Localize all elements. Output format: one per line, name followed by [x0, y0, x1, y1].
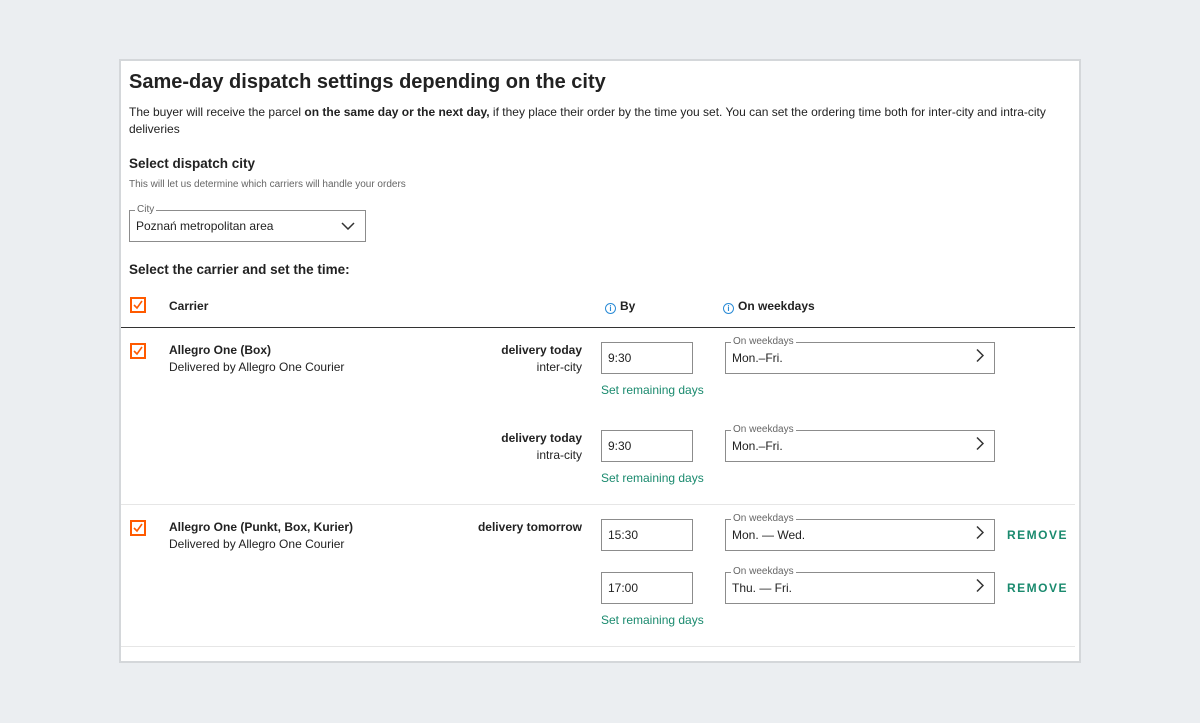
checkmark-icon	[133, 523, 143, 533]
dispatch-city-heading: Select dispatch city	[129, 156, 256, 171]
weekdays-picker[interactable]: On weekdays Mon.–Fri.	[725, 336, 995, 374]
carriers-heading: Select the carrier and set the time:	[129, 262, 350, 277]
checkmark-icon	[133, 300, 143, 310]
chevron-right-icon	[976, 525, 985, 545]
weekdays-picker[interactable]: On weekdays Thu. — Fri.	[725, 566, 995, 604]
description-bold-text: on the same day or the next day,	[304, 105, 490, 119]
chevron-right-icon	[976, 348, 985, 368]
row-divider	[121, 646, 1075, 647]
time-input-value: 9:30	[608, 351, 632, 365]
info-icon[interactable]: i	[723, 303, 734, 314]
remove-button[interactable]: REMOVE	[1007, 528, 1068, 542]
remove-button[interactable]: REMOVE	[1007, 581, 1068, 595]
time-input[interactable]: 15:30	[601, 519, 693, 551]
set-remaining-days-link[interactable]: Set remaining days	[601, 471, 704, 485]
chevron-right-icon	[976, 578, 985, 598]
carrier-name: Allegro One (Box)	[169, 343, 272, 357]
carrier-subtitle: Delivered by Allegro One Courier	[169, 360, 345, 374]
dispatch-city-hint: This will let us determine which carrier…	[129, 179, 406, 190]
carrier-name: Allegro One (Punkt, Box, Kurier)	[169, 520, 354, 534]
set-remaining-days-link[interactable]: Set remaining days	[601, 383, 704, 397]
weekdays-field-label: On weekdays	[731, 336, 796, 348]
page-description: The buyer will receive the parcel on the…	[129, 104, 1049, 137]
weekdays-picker[interactable]: On weekdays Mon.–Fri.	[725, 424, 995, 462]
carrier-subtitle: Delivered by Allegro One Courier	[169, 537, 345, 551]
weekdays-value: Mon. — Wed.	[732, 528, 806, 542]
column-header-weekdays: i On weekdays	[723, 299, 815, 314]
time-input-value: 17:00	[608, 581, 639, 595]
weekdays-value: Mon.–Fri.	[732, 351, 783, 365]
column-header-weekdays-label: On weekdays	[738, 299, 815, 313]
weekdays-value: Thu. — Fri.	[732, 581, 793, 595]
carrier-checkbox-allegro-one-box[interactable]	[130, 343, 146, 359]
weekdays-field-label: On weekdays	[731, 566, 796, 578]
column-header-by: i By	[605, 299, 635, 314]
checkmark-icon	[133, 346, 143, 356]
header-divider	[121, 327, 1075, 328]
delivery-label: delivery today	[501, 431, 582, 445]
carrier-checkbox-allegro-one-punkt-box-kurier[interactable]	[130, 520, 146, 536]
chevron-down-icon	[341, 217, 355, 235]
chevron-right-icon	[976, 436, 985, 456]
weekdays-field-label: On weekdays	[731, 424, 796, 436]
info-icon[interactable]: i	[605, 303, 616, 314]
delivery-type: inter-city	[536, 360, 582, 374]
column-header-carrier: Carrier	[169, 299, 209, 313]
row-divider	[121, 504, 1075, 505]
time-input-value: 15:30	[608, 528, 639, 542]
time-input[interactable]: 9:30	[601, 430, 693, 462]
city-field-label: City	[135, 204, 157, 216]
weekdays-picker[interactable]: On weekdays Mon. — Wed.	[725, 513, 995, 551]
select-all-checkbox[interactable]	[130, 297, 146, 313]
delivery-label: delivery today	[501, 343, 582, 357]
column-header-by-label: By	[620, 299, 636, 313]
city-select-value: Poznań metropolitan area	[136, 219, 274, 233]
delivery-label: delivery tomorrow	[477, 520, 582, 534]
time-input-value: 9:30	[608, 439, 632, 453]
time-input[interactable]: 9:30	[601, 342, 693, 374]
weekdays-field-label: On weekdays	[731, 513, 796, 525]
description-text: The buyer will receive the parcel	[129, 105, 305, 119]
city-select[interactable]: City Poznań metropolitan area	[129, 204, 366, 242]
time-input[interactable]: 17:00	[601, 572, 693, 604]
weekdays-value: Mon.–Fri.	[732, 439, 783, 453]
page-title: Same-day dispatch settings depending on …	[129, 71, 606, 93]
dispatch-settings-card: Same-day dispatch settings depending on …	[119, 59, 1081, 663]
set-remaining-days-link[interactable]: Set remaining days	[601, 613, 704, 627]
delivery-type: intra-city	[536, 448, 582, 462]
